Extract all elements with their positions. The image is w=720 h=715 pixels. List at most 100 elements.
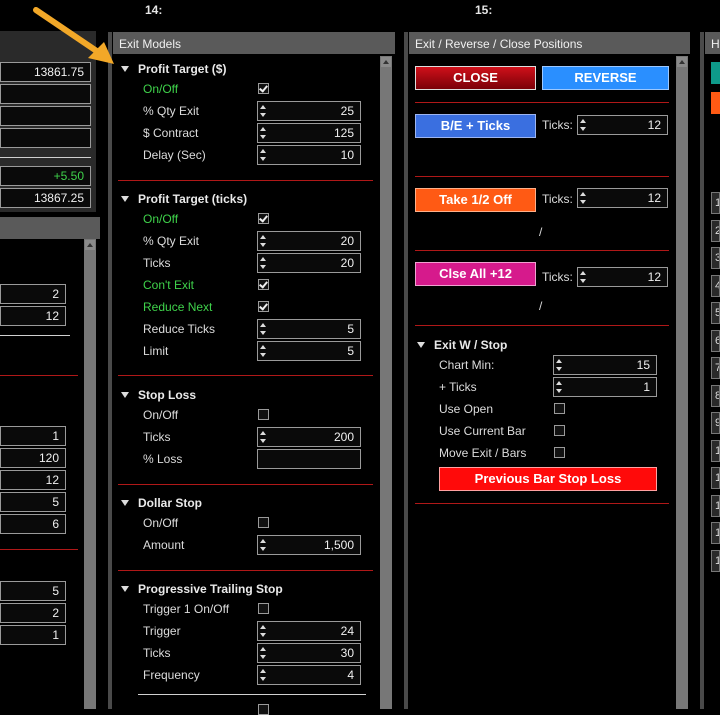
- exit-positions-header: Exit / Reverse / Close Positions: [409, 32, 690, 54]
- onoff-checkbox[interactable]: [258, 517, 269, 528]
- trigger-field[interactable]: 24: [257, 621, 361, 641]
- divider: [118, 180, 373, 181]
- exit-models-header: Exit Models: [113, 32, 395, 54]
- left-lower-field[interactable]: 6: [0, 514, 66, 534]
- left-lower-field[interactable]: 120: [0, 448, 66, 468]
- close-all-ticks-field[interactable]: 12: [577, 267, 668, 287]
- onoff-checkbox[interactable]: [258, 213, 269, 224]
- amount-field[interactable]: 1,500: [257, 535, 361, 555]
- left-lower-field[interactable]: 1: [0, 426, 66, 446]
- left-scrollbar[interactable]: [84, 239, 96, 709]
- reduce-ticks-label: Reduce Ticks: [143, 322, 216, 336]
- orange-button[interactable]: [711, 92, 720, 114]
- left-value-field[interactable]: [0, 84, 91, 104]
- amount-label: Amount: [143, 538, 185, 552]
- reduce-ticks-field[interactable]: 5: [257, 319, 361, 339]
- right-row-number[interactable]: 9: [711, 412, 720, 434]
- left-lower-field[interactable]: 5: [0, 492, 66, 512]
- qty-exit-field[interactable]: 25: [257, 101, 361, 121]
- section-title-stop-loss: Stop Loss: [138, 388, 197, 402]
- right-row-number[interactable]: 5: [711, 302, 720, 324]
- cont-exit-checkbox[interactable]: [258, 279, 269, 290]
- right-row-number[interactable]: 8: [711, 384, 720, 407]
- right-row-number[interactable]: 2: [711, 219, 720, 242]
- right-row-number[interactable]: 1: [711, 192, 720, 214]
- section-title-profit-target-dollar: Profit Target ($): [138, 62, 227, 76]
- ticks-field[interactable]: 20: [257, 253, 361, 273]
- right-row-number[interactable]: 7: [711, 357, 720, 379]
- left-lower-field[interactable]: 12: [0, 470, 66, 490]
- frequency-field[interactable]: 4: [257, 665, 361, 685]
- take-half-ticks-field[interactable]: 12: [577, 188, 668, 208]
- spinner-icon: [260, 125, 267, 141]
- left-bottom-field[interactable]: 5: [0, 581, 66, 601]
- limit-field[interactable]: 5: [257, 341, 361, 361]
- trigger-onoff-checkbox[interactable]: [258, 603, 269, 614]
- right-row-number[interactable]: 1: [711, 549, 720, 572]
- left-value-field[interactable]: [0, 128, 91, 148]
- right-row-number[interactable]: 6: [711, 329, 720, 352]
- section-title-profit-target-ticks: Profit Target (ticks): [138, 192, 248, 206]
- take-half-off-button[interactable]: Take 1/2 Off: [415, 188, 536, 212]
- spinner-icon: [260, 321, 267, 337]
- exit-positions-scrollbar[interactable]: [676, 56, 688, 709]
- ticks-label: Ticks:: [542, 192, 573, 206]
- spinner-icon: [260, 255, 267, 271]
- onoff-checkbox[interactable]: [258, 83, 269, 94]
- scroll-up-icon[interactable]: [85, 240, 95, 250]
- ticks-field[interactable]: 200: [257, 427, 361, 447]
- scroll-up-icon[interactable]: [381, 57, 391, 67]
- right-row-number[interactable]: 1: [711, 439, 720, 462]
- qty-exit-field[interactable]: 20: [257, 231, 361, 251]
- right-row-number[interactable]: 4: [711, 274, 720, 297]
- plus-ticks-field[interactable]: 1: [553, 377, 657, 397]
- be-ticks-field[interactable]: 12: [577, 115, 668, 135]
- delay-label: Delay (Sec): [143, 148, 206, 162]
- onoff-checkbox[interactable]: [258, 409, 269, 420]
- teal-button[interactable]: [711, 62, 720, 84]
- left-mid-field[interactable]: 12: [0, 306, 66, 326]
- chart-min-label: Chart Min:: [439, 358, 495, 372]
- left-bottom-field[interactable]: 2: [0, 603, 66, 623]
- right-row-number[interactable]: 1: [711, 467, 720, 489]
- left-mid-field[interactable]: 2: [0, 284, 66, 304]
- column-label-15: 15:: [475, 3, 493, 17]
- use-current-bar-checkbox[interactable]: [554, 425, 565, 436]
- divider: [0, 375, 78, 376]
- last-value-field: 13867.25: [0, 188, 91, 208]
- reduce-next-checkbox[interactable]: [258, 301, 269, 312]
- checkbox[interactable]: [258, 704, 269, 715]
- right-row-number[interactable]: 1: [711, 522, 720, 544]
- previous-bar-stop-loss-button[interactable]: Previous Bar Stop Loss: [439, 467, 657, 491]
- left-bottom-field[interactable]: 1: [0, 625, 66, 645]
- collapse-triangle-icon[interactable]: [417, 342, 425, 348]
- chart-min-field[interactable]: 15: [553, 355, 657, 375]
- collapse-triangle-icon[interactable]: [121, 66, 129, 72]
- spinner-icon: [260, 343, 267, 359]
- collapse-triangle-icon[interactable]: [121, 586, 129, 592]
- ticks-field[interactable]: 30: [257, 643, 361, 663]
- left-value-field[interactable]: [0, 106, 91, 126]
- collapse-triangle-icon[interactable]: [121, 392, 129, 398]
- contract-field[interactable]: 125: [257, 123, 361, 143]
- spinner-icon: [260, 667, 267, 683]
- slash-text: /: [539, 225, 543, 239]
- limit-label: Limit: [143, 344, 169, 358]
- be-plus-ticks-button[interactable]: B/E + Ticks: [415, 114, 536, 138]
- right-row-number[interactable]: 3: [711, 247, 720, 269]
- loss-field[interactable]: [257, 449, 361, 469]
- scroll-up-icon[interactable]: [677, 57, 687, 67]
- loss-label: % Loss: [143, 452, 183, 466]
- exit-models-scrollbar[interactable]: [380, 56, 392, 709]
- move-exit-bars-label: Move Exit / Bars: [439, 446, 527, 460]
- panel-border: [108, 32, 112, 709]
- right-row-number[interactable]: 1: [711, 494, 720, 517]
- collapse-triangle-icon[interactable]: [121, 500, 129, 506]
- collapse-triangle-icon[interactable]: [121, 196, 129, 202]
- use-open-checkbox[interactable]: [554, 403, 565, 414]
- reverse-button[interactable]: REVERSE: [542, 66, 669, 90]
- move-exit-bars-checkbox[interactable]: [554, 447, 565, 458]
- close-button[interactable]: CLOSE: [415, 66, 536, 90]
- delay-field[interactable]: 10: [257, 145, 361, 165]
- close-all-button[interactable]: Clse All +12: [415, 262, 536, 286]
